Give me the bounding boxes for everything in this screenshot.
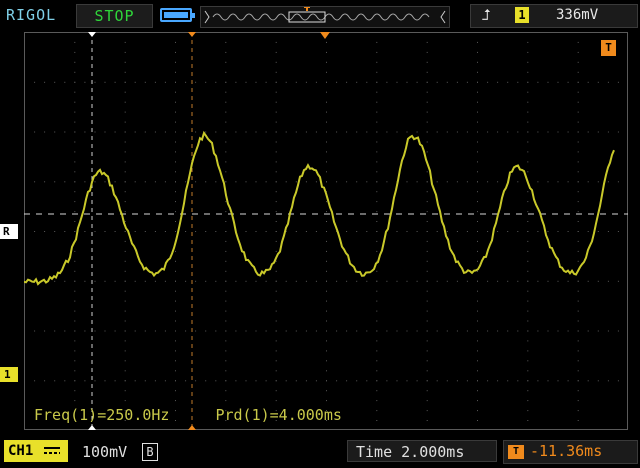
run-stop-status[interactable]: STOP: [76, 4, 153, 28]
trigger-position-marker: [320, 32, 330, 39]
top-status-bar: RIGOL STOP ⮥ 1 336mV: [0, 0, 640, 30]
ch1-ground-marker[interactable]: 1: [0, 367, 18, 382]
memory-position-strip[interactable]: [200, 6, 450, 28]
reference-marker[interactable]: R: [0, 224, 18, 239]
period-measurement: Prd(1)=4.000ms: [215, 406, 342, 424]
cursor-a-marker: [88, 32, 96, 37]
frequency-measurement: Freq(1)=250.0Hz: [34, 406, 170, 424]
trigger-status-panel[interactable]: [470, 4, 638, 28]
trigger-offset-icon: T: [508, 445, 524, 459]
trigger-level: 336mV: [556, 7, 599, 23]
trigger-source-badge: 1: [515, 7, 529, 23]
dc-coupling-icon: [44, 447, 60, 454]
graticule: [24, 32, 619, 431]
trigger-level-marker[interactable]: T: [601, 40, 616, 56]
timebase-readout[interactable]: Time 2.000ms: [347, 440, 497, 462]
ch1-trace: [23, 130, 615, 286]
rising-edge-icon: ⮥: [482, 6, 491, 24]
waveform-display[interactable]: [23, 32, 628, 431]
trigger-offset-value: -11.36ms: [530, 442, 603, 460]
measurement-readout: Freq(1)=250.0Hz Prd(1)=4.000ms: [34, 406, 388, 424]
cursor-b-marker: [188, 32, 196, 37]
ch1-vertical-scale[interactable]: 100mV: [82, 443, 127, 461]
brand-logo: RIGOL: [6, 6, 57, 24]
bandwidth-limit-badge: B: [142, 443, 158, 461]
battery-icon: [160, 8, 195, 22]
